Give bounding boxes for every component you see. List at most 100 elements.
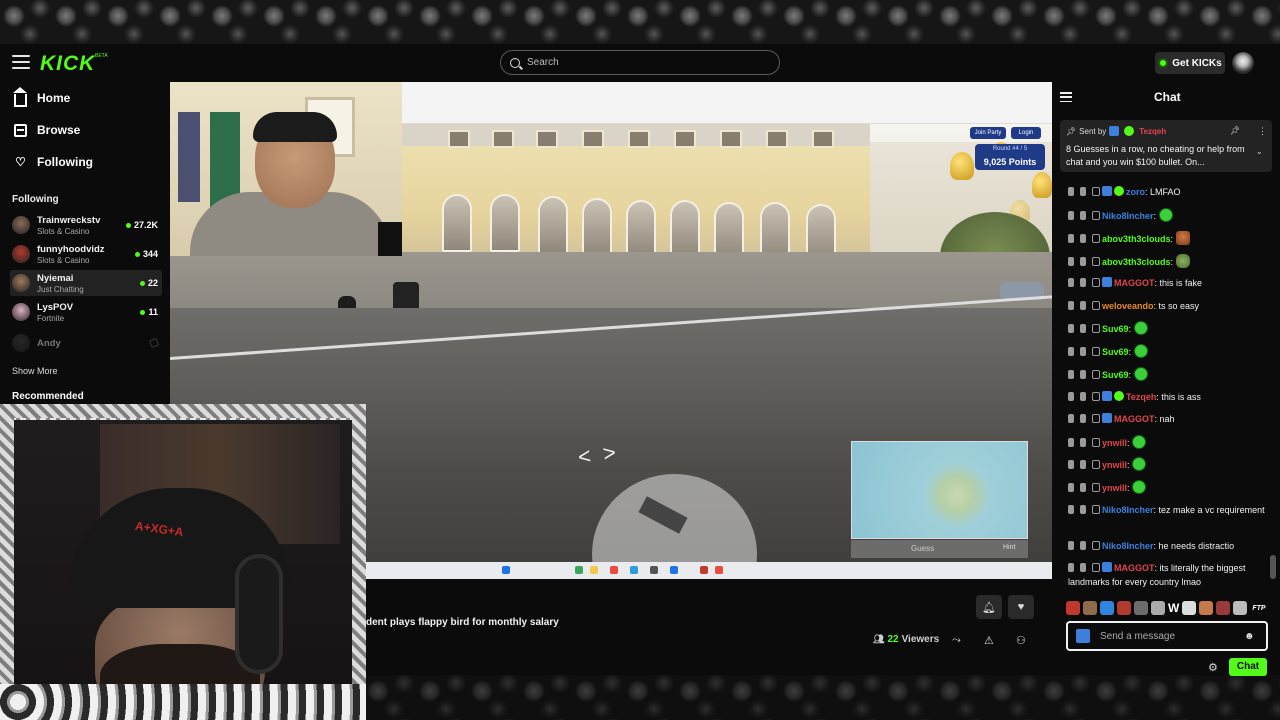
menu-icon[interactable] bbox=[12, 55, 30, 69]
chat-username[interactable]: Suv69 bbox=[1102, 324, 1129, 334]
guess-map[interactable] bbox=[851, 441, 1028, 539]
mod-shield-icon[interactable] bbox=[1092, 392, 1100, 401]
follow-heart-button[interactable]: ♥ bbox=[1008, 595, 1034, 619]
timeout-icon[interactable] bbox=[1080, 278, 1086, 287]
delete-icon[interactable] bbox=[1068, 392, 1074, 401]
delete-icon[interactable] bbox=[1068, 347, 1074, 356]
notification-bell-button[interactable]: 🔔︎ bbox=[976, 595, 1002, 619]
gear-icon[interactable]: ⚙ bbox=[1208, 661, 1218, 674]
emote-icon[interactable] bbox=[1066, 601, 1080, 615]
timeout-icon[interactable] bbox=[1080, 187, 1086, 196]
expand-chevron-icon[interactable]: ⌄ bbox=[1256, 147, 1263, 156]
timeout-icon[interactable] bbox=[1080, 324, 1086, 333]
join-party-button[interactable]: Join Party bbox=[970, 127, 1006, 139]
delete-icon[interactable] bbox=[1068, 211, 1074, 220]
following-item-nyiemai[interactable]: Nyiemai Just Chatting 22 bbox=[10, 270, 162, 296]
emote-icon[interactable] bbox=[1216, 601, 1231, 615]
timeout-icon[interactable] bbox=[1080, 301, 1086, 310]
chat-username[interactable]: Tezqeh bbox=[1126, 392, 1156, 402]
mod-shield-icon[interactable] bbox=[1092, 324, 1100, 333]
timeout-icon[interactable] bbox=[1080, 257, 1086, 266]
timeout-icon[interactable] bbox=[1080, 370, 1086, 379]
nav-home[interactable]: Home bbox=[13, 86, 70, 107]
street-view-nav-arrows[interactable]: < > bbox=[576, 439, 617, 470]
collapse-chat-icon[interactable] bbox=[1060, 92, 1072, 102]
mod-shield-icon[interactable] bbox=[1092, 347, 1100, 356]
mod-shield-icon[interactable] bbox=[1092, 438, 1100, 447]
mod-shield-icon[interactable] bbox=[1092, 414, 1100, 423]
emote-ftp[interactable]: FTP bbox=[1252, 605, 1265, 612]
timeout-icon[interactable] bbox=[1080, 563, 1086, 572]
chat-username[interactable]: zoro bbox=[1126, 187, 1145, 197]
delete-icon[interactable] bbox=[1068, 414, 1074, 423]
chat-username[interactable]: Niko8Incher bbox=[1102, 211, 1154, 221]
following-item-trainwreckstv[interactable]: Trainwreckstv Slots & Casino 27.2K bbox=[10, 212, 162, 238]
send-chat-button[interactable]: Chat bbox=[1229, 658, 1267, 676]
mod-shield-icon[interactable] bbox=[1092, 257, 1100, 266]
delete-icon[interactable] bbox=[1068, 187, 1074, 196]
mod-shield-icon[interactable] bbox=[1092, 187, 1100, 196]
following-item-lyspov[interactable]: LysPOV Fortnite 11 bbox=[10, 299, 162, 325]
emote-icon[interactable] bbox=[1151, 601, 1165, 615]
following-item-andy[interactable]: Andy bbox=[10, 330, 162, 356]
login-button[interactable]: Login bbox=[1011, 127, 1041, 139]
delete-icon[interactable] bbox=[1068, 483, 1074, 492]
nav-following[interactable]: ♡ Following bbox=[14, 155, 93, 169]
nav-browse[interactable]: Browse bbox=[14, 123, 80, 137]
kick-logo[interactable]: KICK bbox=[40, 52, 95, 76]
delete-icon[interactable] bbox=[1068, 278, 1074, 287]
chat-scrollbar[interactable] bbox=[1270, 555, 1276, 579]
chat-username[interactable]: Suv69 bbox=[1102, 370, 1129, 380]
chat-username[interactable]: Niko8Incher bbox=[1102, 541, 1154, 551]
hint-button[interactable]: Hint bbox=[1003, 544, 1015, 551]
emote-w[interactable]: W bbox=[1168, 601, 1179, 615]
mod-shield-icon[interactable] bbox=[1092, 460, 1100, 469]
timeout-icon[interactable] bbox=[1080, 438, 1086, 447]
timeout-icon[interactable] bbox=[1080, 483, 1086, 492]
mod-shield-icon[interactable] bbox=[1092, 234, 1100, 243]
delete-icon[interactable] bbox=[1068, 301, 1074, 310]
delete-icon[interactable] bbox=[1068, 563, 1074, 572]
chat-username[interactable]: MAGGOT bbox=[1114, 414, 1155, 424]
mod-shield-icon[interactable] bbox=[1092, 483, 1100, 492]
timeout-icon[interactable] bbox=[1080, 347, 1086, 356]
emoji-icon[interactable]: ☻ bbox=[1244, 631, 1255, 642]
chat-username[interactable]: Niko8Incher bbox=[1102, 505, 1154, 515]
search-input[interactable] bbox=[527, 57, 767, 68]
chat-username[interactable]: weloveando bbox=[1102, 301, 1154, 311]
emote-icon[interactable] bbox=[1182, 601, 1197, 615]
emote-icon[interactable] bbox=[1134, 601, 1148, 615]
chat-username[interactable]: abov3th3clouds bbox=[1102, 234, 1171, 244]
chat-username[interactable]: MAGGOT bbox=[1114, 278, 1155, 288]
emote-icon[interactable] bbox=[1083, 601, 1097, 615]
timeout-icon[interactable] bbox=[1080, 211, 1086, 220]
more-options-icon[interactable]: ⋮ bbox=[1258, 126, 1267, 137]
emote-icon[interactable] bbox=[1100, 601, 1114, 615]
mod-shield-icon[interactable] bbox=[1092, 505, 1100, 514]
timeout-icon[interactable] bbox=[1080, 392, 1086, 401]
mod-shield-icon[interactable] bbox=[1092, 541, 1100, 550]
chat-input-box[interactable]: ☻ bbox=[1066, 621, 1268, 651]
chat-username[interactable]: abov3th3clouds bbox=[1102, 257, 1171, 267]
emote-icon[interactable] bbox=[1233, 601, 1248, 615]
delete-icon[interactable] bbox=[1068, 234, 1074, 243]
report-icon[interactable]: ⚠ bbox=[984, 634, 994, 647]
chat-username[interactable]: ynwill bbox=[1102, 483, 1127, 493]
mod-shield-icon[interactable] bbox=[1092, 211, 1100, 220]
user-add-icon[interactable]: ⚇ bbox=[1016, 634, 1026, 647]
delete-icon[interactable] bbox=[1068, 324, 1074, 333]
search-bar[interactable] bbox=[500, 50, 780, 75]
timeout-icon[interactable] bbox=[1080, 234, 1086, 243]
mod-shield-icon[interactable] bbox=[1092, 278, 1100, 287]
timeout-icon[interactable] bbox=[1080, 505, 1086, 514]
mod-shield-icon[interactable] bbox=[1092, 370, 1100, 379]
get-kicks-button[interactable]: Get KICKs bbox=[1155, 52, 1225, 74]
delete-icon[interactable] bbox=[1068, 370, 1074, 379]
chat-username[interactable]: MAGGOT bbox=[1114, 563, 1155, 573]
following-item-funnyhoodvidz[interactable]: funnyhoodvidz Slots & Casino 344 bbox=[10, 241, 162, 267]
chat-username[interactable]: ynwill bbox=[1102, 438, 1127, 448]
show-more-link[interactable]: Show More bbox=[12, 366, 58, 376]
mod-shield-icon[interactable] bbox=[1092, 301, 1100, 310]
user-avatar[interactable] bbox=[1232, 52, 1254, 74]
emote-icon[interactable] bbox=[1199, 601, 1214, 615]
